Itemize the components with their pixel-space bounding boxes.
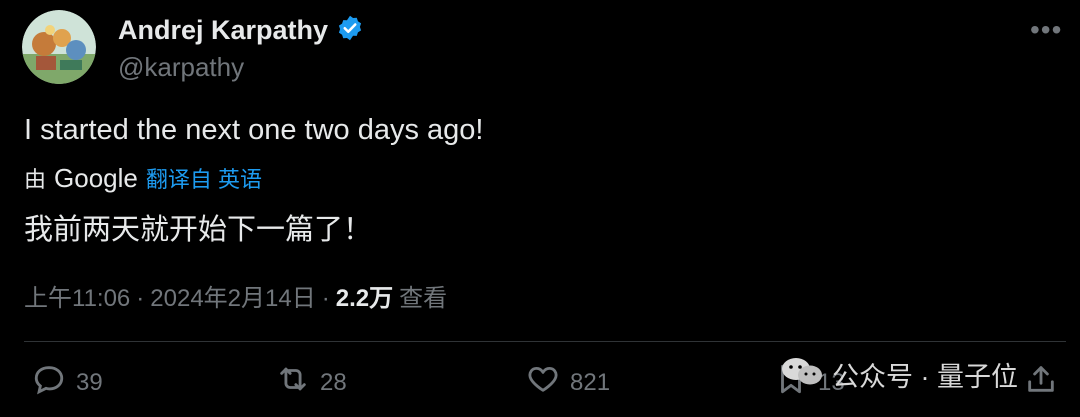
retweet-button[interactable]: 28 (276, 362, 347, 403)
tweet-meta: 上午11:06 · 2024年2月14日 · 2.2万 查看 (24, 278, 447, 313)
like-count: 821 (570, 368, 611, 396)
google-logo: Google (54, 163, 138, 193)
share-icon (1024, 362, 1058, 403)
meta-separator: · (321, 285, 330, 312)
views-label: 查看 (399, 285, 448, 312)
verified-badge-icon (336, 14, 364, 47)
tweet-date[interactable]: 2024年2月14日 (150, 278, 315, 313)
translation-prefix: 由 (24, 167, 47, 192)
divider (24, 341, 1066, 342)
retweet-count: 28 (320, 368, 347, 396)
reply-count: 39 (76, 368, 103, 396)
translate-source-link[interactable]: 翻译自 英语 (146, 162, 262, 194)
like-button[interactable]: 821 (526, 362, 610, 403)
views-count: 2.2万 (335, 285, 394, 312)
author-handle[interactable]: @karpathy (118, 52, 244, 83)
translation-attribution: 由 Google 翻译自 英语 (24, 162, 262, 194)
share-button[interactable] (1024, 362, 1058, 403)
tweet-text: I started the next one two days ago! (24, 114, 484, 146)
watermark-text: 公众号 · 量子位 (832, 362, 1018, 392)
heart-icon (526, 362, 560, 403)
retweet-icon (276, 362, 310, 403)
reply-icon (32, 362, 66, 403)
avatar[interactable] (22, 10, 96, 84)
author-display-name[interactable]: Andrej Karpathy (118, 15, 328, 46)
watermark: 公众号 · 量子位 (780, 355, 1018, 394)
author-name-row[interactable]: Andrej Karpathy (118, 14, 364, 47)
reply-button[interactable]: 39 (32, 362, 103, 403)
translated-text: 我前两天就开始下一篇了！ (24, 214, 373, 246)
tweet-time[interactable]: 上午11:06 (24, 278, 130, 313)
more-options-icon[interactable]: ••• (1030, 14, 1062, 46)
wechat-icon (780, 356, 824, 393)
meta-separator: · (136, 285, 145, 312)
